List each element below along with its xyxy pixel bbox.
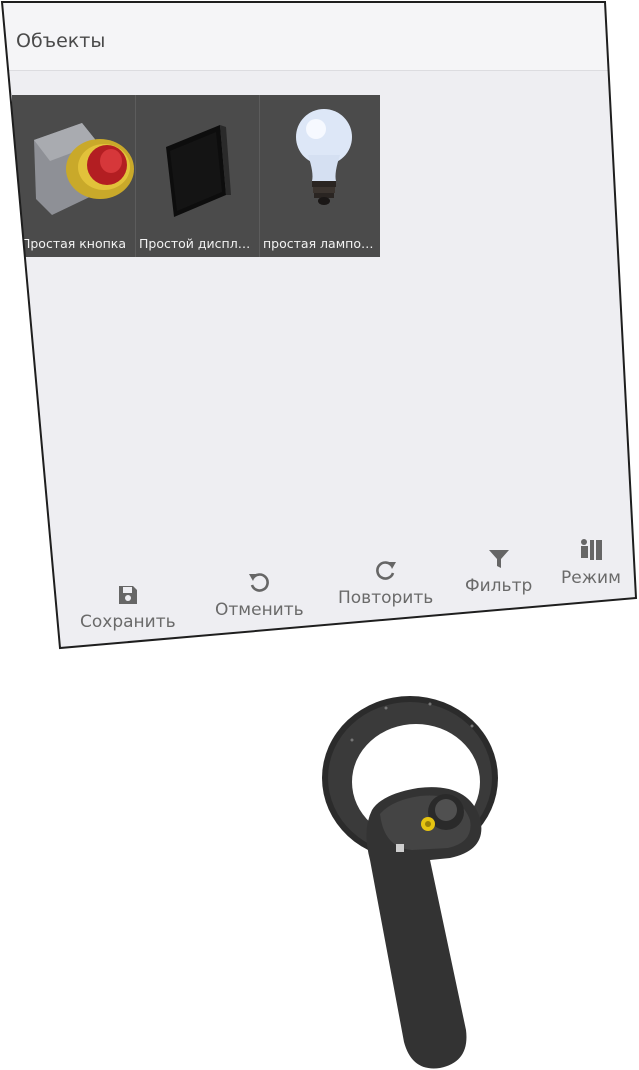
objects-panel: Объекты Простая кнопка Простой диспле... xyxy=(2,2,636,648)
mode-label: Режим xyxy=(561,568,621,588)
filter-label: Фильтр xyxy=(465,576,533,596)
save-button[interactable]: Сохранить xyxy=(80,584,176,632)
lightbulb-icon xyxy=(296,109,352,205)
mode-icon xyxy=(580,539,602,560)
redo-icon xyxy=(375,561,396,580)
panel-header: Объекты xyxy=(2,2,636,71)
save-icon xyxy=(118,586,137,604)
mode-button[interactable]: Режим xyxy=(561,538,621,588)
object-label: простая лампоч... xyxy=(263,236,380,251)
object-tile-simple-lamp[interactable]: простая лампоч... xyxy=(260,95,380,257)
red-button-icon xyxy=(34,123,134,215)
object-tile-simple-button[interactable]: Простая кнопка xyxy=(12,95,136,257)
vr-controller-icon xyxy=(322,696,498,1069)
undo-button[interactable]: Отменить xyxy=(215,570,304,620)
object-grid: Простая кнопка Простой диспле... простая xyxy=(12,95,380,257)
undo-icon xyxy=(249,573,270,592)
save-label: Сохранить xyxy=(80,612,176,632)
bottom-toolbar: Сохранить Отменить Повторить Фильтр Режи… xyxy=(2,539,636,648)
object-label: Простой диспле... xyxy=(139,236,258,251)
object-tile-simple-display[interactable]: Простой диспле... xyxy=(136,95,260,257)
undo-label: Отменить xyxy=(215,600,304,620)
redo-label: Повторить xyxy=(338,588,434,608)
filter-button[interactable]: Фильтр xyxy=(465,548,532,596)
display-icon xyxy=(166,125,231,217)
panel-title: Объекты xyxy=(16,30,106,52)
filter-icon xyxy=(488,550,509,568)
redo-button[interactable]: Повторить xyxy=(338,558,433,608)
object-label: Простая кнопка xyxy=(20,236,127,251)
